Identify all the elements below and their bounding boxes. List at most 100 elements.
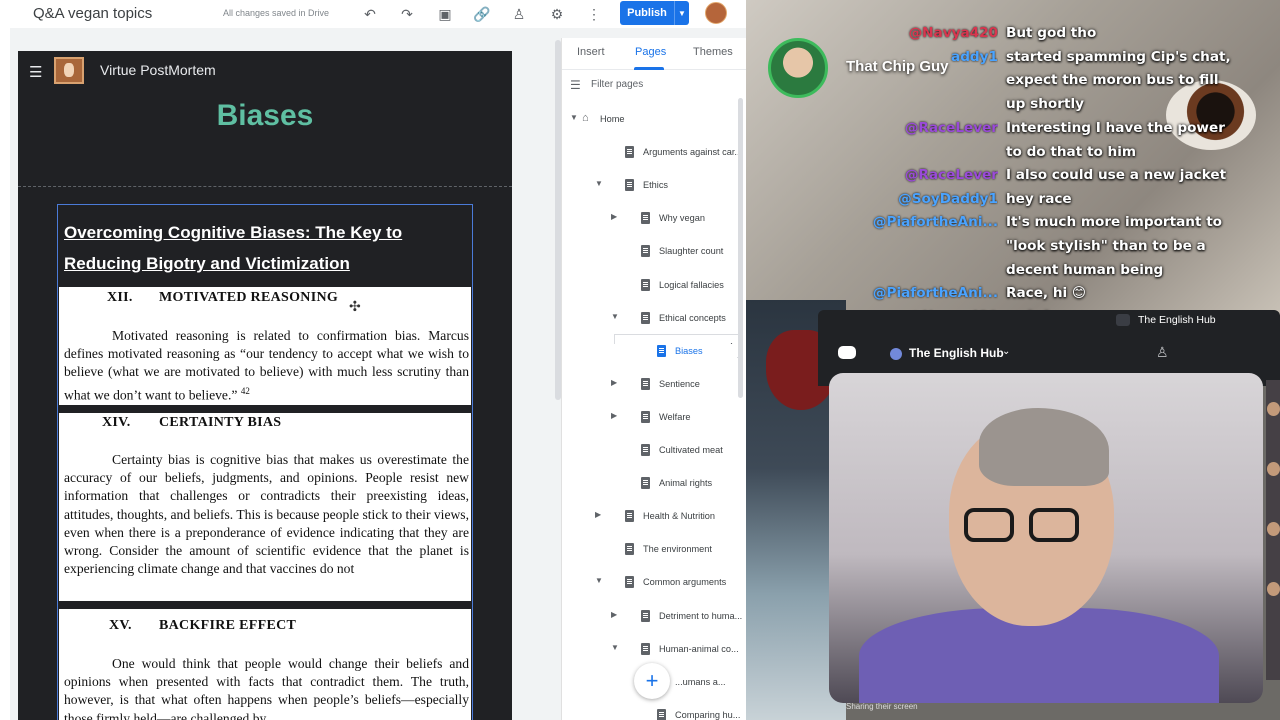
page-heading[interactable]: Biases xyxy=(18,99,512,133)
preview-icon[interactable]: ▣ xyxy=(434,3,456,25)
page-tree-label: ...umans a... xyxy=(675,676,726,687)
block-title-link[interactable]: Overcoming Cognitive Biases: The Key to … xyxy=(64,217,464,279)
page-tree-item[interactable]: Cultivated meat xyxy=(562,443,737,461)
chevron-down-icon[interactable]: ▼ xyxy=(570,113,578,122)
publish-button[interactable]: Publish xyxy=(620,1,674,25)
section-number: XIV. xyxy=(102,415,131,430)
page-icon xyxy=(641,444,650,456)
selected-content-block[interactable]: Overcoming Cognitive Biases: The Key to … xyxy=(57,204,473,720)
page-tree-item[interactable]: Biases xyxy=(562,343,737,362)
page-tree-item[interactable]: ▼ Common arguments xyxy=(562,575,737,593)
page-tree-item[interactable]: Animal rights xyxy=(562,476,737,494)
page-tree-label: Welfare xyxy=(659,411,691,422)
chat-message: Interesting I have the power xyxy=(1006,119,1225,136)
page-tree-item[interactable]: Logical fallacies xyxy=(562,278,737,296)
chat-message: to do that to him xyxy=(1006,143,1137,160)
save-status: All changes saved in Drive xyxy=(223,8,330,18)
scan-section-motivated-reasoning: XII. MOTIVATED REASONING Motivated reaso… xyxy=(59,287,471,405)
page-tree-item[interactable]: ▶ Detriment to huma... xyxy=(562,609,742,627)
tab-themes[interactable]: Themes xyxy=(693,46,733,58)
webcam-feed xyxy=(829,373,1263,703)
page-tree-label: Slaughter count xyxy=(659,246,724,257)
page-icon xyxy=(641,377,650,390)
participant-avatar xyxy=(1267,462,1280,476)
chevron-down-icon[interactable]: ▼ xyxy=(595,576,603,585)
page-icon xyxy=(641,609,650,622)
undo-icon[interactable]: ↶ xyxy=(359,3,381,25)
document-title[interactable]: Q&A vegan topics xyxy=(33,5,152,22)
gear-icon[interactable]: ⚙ xyxy=(546,3,568,25)
discord-server-name: The English Hub xyxy=(909,346,1004,360)
chat-message: "look stylish" than to be a xyxy=(1006,237,1206,254)
page-icon xyxy=(625,543,634,556)
link-icon[interactable]: 🔗 xyxy=(471,3,493,25)
scan-section-backfire-effect: XV. BACKFIRE EFFECT One would think that… xyxy=(59,609,471,720)
publish-dropdown-button[interactable]: ▼ xyxy=(674,1,689,25)
page-tree-item[interactable]: ▶ Welfare xyxy=(562,410,737,428)
panel-scrollbar[interactable] xyxy=(738,98,743,398)
redo-icon[interactable]: ↷ xyxy=(396,3,418,25)
chevron-right-icon[interactable]: ▶ xyxy=(611,610,617,619)
chevron-right-icon[interactable]: ▶ xyxy=(595,510,601,519)
page-tree-item[interactable]: ▶ Why vegan xyxy=(562,211,737,229)
page-tree-label: Detriment to huma... xyxy=(659,610,743,621)
chevron-right-icon[interactable]: ▶ xyxy=(611,212,617,221)
page-tree-item[interactable]: ▼ ⌂ Home xyxy=(562,112,737,130)
more-vert-icon[interactable]: ⋮ xyxy=(583,3,605,25)
page-tree-label: The environment xyxy=(643,544,712,555)
section-heading: CERTAINTY BIAS xyxy=(159,415,282,430)
chat-message: expect the moron bus to fill xyxy=(1006,72,1219,89)
discord-icon xyxy=(838,346,856,359)
page-tree-item[interactable]: Arguments against car... xyxy=(562,145,742,163)
chat-username: @SoyDaddy1 xyxy=(898,190,998,207)
divider xyxy=(59,405,471,413)
chevron-right-icon[interactable]: ▶ xyxy=(611,411,617,420)
page-tree-item[interactable]: ▶ Sentience xyxy=(562,377,737,395)
chat-message: decent human being xyxy=(1006,261,1164,278)
page-icon xyxy=(625,179,634,192)
page-icon xyxy=(641,477,650,490)
page-tree-item[interactable]: The environment xyxy=(562,542,737,560)
chevron-down-icon[interactable]: ▼ xyxy=(595,179,603,188)
page-tree-item[interactable]: ▼ Human-animal co... xyxy=(562,642,739,660)
page-icon xyxy=(641,245,650,258)
page-tree-item[interactable]: ▼ Ethics xyxy=(562,178,737,196)
chevron-down-icon: ⌄ xyxy=(1002,346,1011,357)
page-tree-item[interactable]: Comparing hu... xyxy=(562,708,740,720)
glasses-icon xyxy=(964,508,1014,542)
tab-insert[interactable]: Insert xyxy=(577,46,605,58)
scan-section-certainty-bias: XIV. CERTAINTY BIAS Certainty bias is co… xyxy=(59,413,471,601)
page-icon xyxy=(657,344,666,357)
streamer-avatar xyxy=(768,38,828,98)
site-canvas[interactable]: ☰ Virtue PostMortem Biases Overcoming Co… xyxy=(18,51,512,720)
share-icon[interactable]: ♙ xyxy=(508,3,530,25)
chat-message: Race, hi 😊 xyxy=(1006,285,1087,302)
filter-placeholder: Filter pages xyxy=(591,79,644,90)
chat-message: up shortly xyxy=(1006,95,1084,112)
hamburger-menu-icon[interactable]: ☰ xyxy=(29,63,42,81)
account-avatar[interactable] xyxy=(705,2,727,24)
page-tree-label: Health & Nutrition xyxy=(643,511,716,522)
chat-message: But god tho xyxy=(1006,25,1097,41)
filter-pages-input[interactable]: ☰ Filter pages xyxy=(570,78,740,94)
chevron-down-icon[interactable]: ▼ xyxy=(611,643,619,652)
page-icon xyxy=(641,311,650,324)
add-page-button[interactable]: + xyxy=(634,663,670,699)
site-name: Virtue PostMortem xyxy=(100,62,216,78)
chevron-down-icon[interactable]: ▼ xyxy=(611,312,619,321)
tab-pages[interactable]: Pages xyxy=(635,46,666,58)
page-tree-label: Arguments against car... xyxy=(643,147,743,158)
page-tree-label: Ethical concepts xyxy=(659,312,726,323)
glasses-icon xyxy=(1029,508,1079,542)
screen: Q&A vegan topics All changes saved in Dr… xyxy=(0,0,1280,720)
page-tree-item[interactable]: ▼ Ethical concepts xyxy=(562,311,737,329)
page-tree-label: Ethics xyxy=(643,180,669,191)
page-tree-item[interactable]: Slaughter count xyxy=(562,244,737,262)
page-tree-label: Common arguments xyxy=(643,577,727,588)
page-tree-label: Human-animal co... xyxy=(659,643,739,654)
page-icon xyxy=(641,278,650,291)
chevron-right-icon[interactable]: ▶ xyxy=(611,378,617,387)
chat-username: @PiafortheAni... xyxy=(872,285,998,302)
page-tree-item[interactable]: ▶ Health & Nutrition xyxy=(562,509,737,527)
page-tree-label: Biases xyxy=(675,345,703,356)
